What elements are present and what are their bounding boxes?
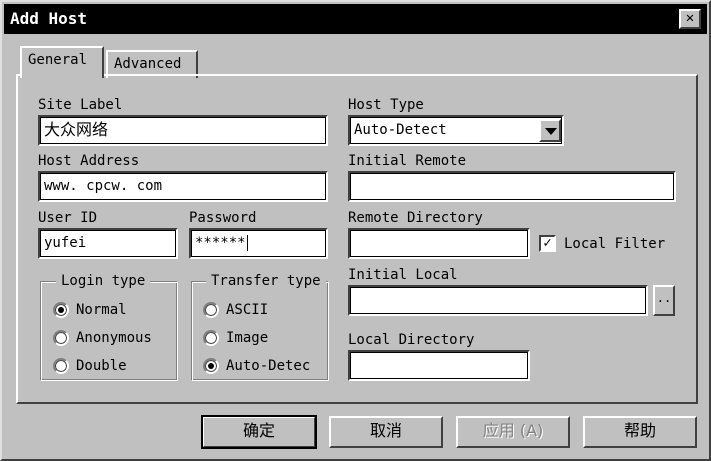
local-filter-label: Local Filter	[564, 236, 666, 252]
site-label-label: Site Label	[38, 97, 123, 113]
add-host-dialog: Add Host ✕ Advanced General Site Label 大…	[0, 0, 711, 461]
apply-button[interactable]: 应用 (A)	[456, 416, 570, 448]
text-cursor	[246, 235, 248, 251]
login-double-radio[interactable]	[53, 358, 69, 374]
ok-button[interactable]: 确定	[201, 415, 317, 449]
login-anonymous-label: Anonymous	[76, 330, 152, 346]
local-directory-label: Local Directory	[348, 332, 475, 348]
user-id-label: User ID	[38, 210, 98, 226]
close-button[interactable]: ✕	[679, 9, 701, 29]
tab-general[interactable]: General	[20, 46, 104, 78]
transfer-image-radio[interactable]	[203, 330, 219, 346]
tab-advanced-label: Advanced	[114, 56, 182, 72]
initial-local-label: Initial Local	[348, 267, 458, 283]
host-type-label: Host Type	[348, 97, 424, 113]
tab-general-label: General	[28, 52, 88, 68]
title-bar: Add Host ✕	[4, 4, 707, 34]
cancel-button[interactable]: 取消	[329, 416, 443, 448]
transfer-ascii-radio[interactable]	[203, 302, 219, 318]
transfer-ascii-label: ASCII	[226, 302, 269, 318]
chevron-down-icon[interactable]	[539, 119, 561, 142]
host-type-value: Auto-Detect	[354, 122, 447, 138]
host-type-select[interactable]: Auto-Detect	[348, 115, 564, 146]
host-address-input[interactable]: www. cpcw. com	[38, 171, 328, 202]
login-anonymous-radio[interactable]	[53, 330, 69, 346]
transfer-autodetect-radio[interactable]	[203, 358, 219, 374]
local-directory-input[interactable]	[348, 350, 530, 381]
initial-remote-label: Initial Remote	[348, 153, 467, 169]
host-address-label: Host Address	[38, 153, 140, 169]
help-button[interactable]: 帮助	[583, 416, 697, 448]
remote-directory-label: Remote Directory	[348, 210, 483, 226]
login-type-legend: Login type	[56, 273, 151, 289]
transfer-image-label: Image	[226, 330, 269, 346]
browse-button[interactable]: ..	[653, 285, 675, 316]
initial-local-input[interactable]	[348, 285, 648, 316]
close-icon: ✕	[685, 10, 695, 26]
login-normal-radio[interactable]	[53, 302, 69, 318]
local-filter-checkbox[interactable]: ✓	[539, 235, 556, 252]
password-label: Password	[189, 210, 257, 226]
remote-directory-input[interactable]	[348, 228, 530, 259]
login-double-label: Double	[76, 358, 127, 374]
user-id-input[interactable]: yufei	[38, 228, 178, 259]
login-normal-label: Normal	[76, 302, 127, 318]
window-title: Add Host	[10, 9, 88, 28]
checkmark-icon: ✓	[543, 235, 552, 251]
initial-remote-input[interactable]	[348, 171, 676, 202]
site-label-input[interactable]: 大众网络	[38, 115, 328, 146]
transfer-autodetect-label: Auto-Detec	[226, 358, 311, 374]
transfer-type-legend: Transfer type	[206, 273, 326, 289]
password-value: ******	[195, 235, 246, 251]
password-input[interactable]: ******	[189, 228, 328, 259]
